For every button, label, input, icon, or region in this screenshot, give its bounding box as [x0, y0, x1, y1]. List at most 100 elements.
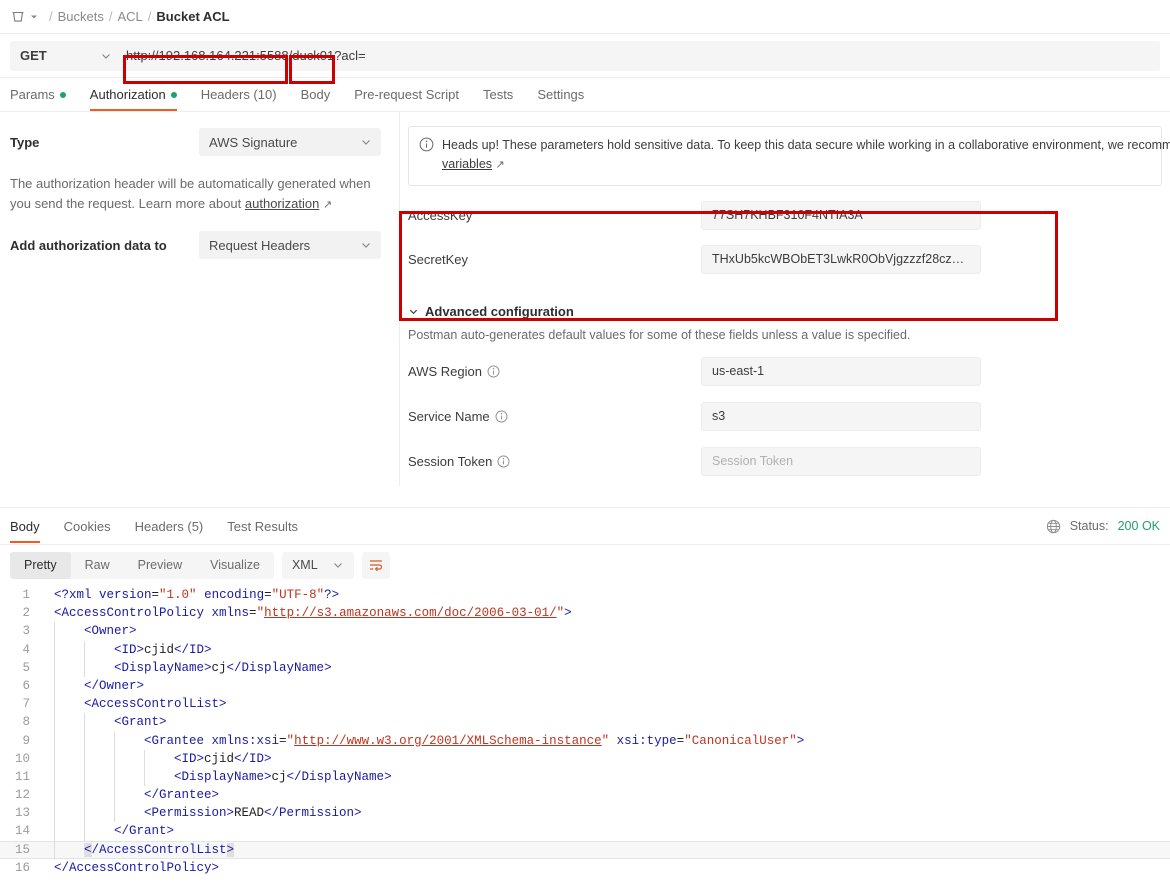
response-status: Status: 200 OK	[1046, 519, 1160, 534]
tab-pre-request-script[interactable]: Pre-request Script	[342, 87, 471, 111]
view-mode-pretty[interactable]: Pretty	[10, 551, 71, 579]
request-url-row: GET http://192.168.164.221:5588/duck01 ?a…	[0, 34, 1170, 78]
response-tab-test-results[interactable]: Test Results	[215, 510, 310, 543]
view-mode-visualize[interactable]: Visualize	[196, 552, 274, 579]
line-number: 6	[22, 678, 30, 693]
code-text: <ID>cjid</ID>	[114, 642, 212, 657]
indent-guide	[114, 804, 115, 823]
response-tab-cookies[interactable]: Cookies	[52, 510, 123, 543]
url-query-segment: ?acl=	[334, 48, 366, 63]
chevron-down-icon[interactable]	[29, 12, 44, 22]
advanced-configuration-rows: AWS Region us-east-1 Service Name s3 Ses…	[400, 342, 1170, 476]
auth-type-select[interactable]: AWS Signature	[199, 128, 381, 156]
tab-authorization[interactable]: Authorization	[78, 87, 189, 111]
indent-guide	[114, 731, 115, 750]
auth-type-column: Type AWS Signature The authorization hea…	[0, 112, 400, 486]
indent-guide	[54, 640, 55, 659]
info-icon[interactable]	[495, 410, 508, 423]
code-line: 16 </AccessControlPolicy>	[0, 859, 1170, 877]
code-line: 15 </AccessControlList>	[0, 840, 1170, 859]
code-text: <Permission>READ</Permission>	[144, 806, 362, 821]
code-text: <ID>cjid</ID>	[174, 751, 272, 766]
advanced-configuration-toggle[interactable]: Advanced configuration	[400, 288, 1170, 319]
chevron-down-icon	[409, 309, 418, 315]
tab-body[interactable]: Body	[289, 87, 343, 111]
code-text: </Owner>	[84, 678, 145, 693]
response-body-code[interactable]: 1 <?xml version="1.0" encoding="UTF-8"?> 2…	[0, 586, 1170, 895]
response-panel: Body Cookies Headers (5) Test Results St…	[0, 507, 1170, 895]
postman-window: / Buckets / ACL / Bucket ACL GET http://…	[0, 0, 1170, 895]
tab-headers-label: Headers (10)	[200, 87, 277, 102]
breadcrumb-separator-2: /	[147, 9, 152, 24]
info-icon[interactable]	[487, 365, 500, 378]
auth-add-data-select[interactable]: Request Headers	[199, 231, 381, 259]
line-number: 3	[22, 624, 30, 639]
credentials-group: AccessKey 77SH7KHBF310F4NTIA3A SecretKey…	[400, 186, 1170, 274]
word-wrap-button[interactable]	[361, 551, 390, 579]
code-line: 12 </Grantee>	[0, 786, 1170, 805]
view-mode-raw[interactable]: Raw	[71, 552, 124, 579]
indent-guide	[54, 713, 55, 732]
line-number: 7	[22, 697, 30, 712]
service-name-input[interactable]: s3	[701, 401, 981, 431]
authorization-link[interactable]: authorization	[245, 196, 319, 211]
service-name-row: Service Name s3	[408, 401, 1170, 431]
indent-guide	[84, 731, 85, 750]
word-wrap-icon	[369, 560, 382, 572]
secret-key-input[interactable]: THxUb5kcWBObET3LwkR0ObVjgzzzf28cz…	[701, 244, 981, 274]
chevron-down-icon	[362, 140, 370, 145]
tab-params[interactable]: Params	[10, 87, 78, 111]
response-tab-body[interactable]: Body	[10, 510, 52, 543]
http-method-value: GET	[20, 48, 47, 63]
info-icon[interactable]	[497, 455, 510, 468]
response-format-select[interactable]: XML	[281, 551, 354, 579]
aws-region-input[interactable]: us-east-1	[701, 356, 981, 386]
indent-guide	[114, 786, 115, 805]
auth-type-label: Type	[10, 134, 40, 150]
code-text: <AccessControlPolicy xmlns="http://s3.am…	[54, 606, 572, 621]
url-bucket-segment: duck01	[292, 48, 335, 63]
tab-settings[interactable]: Settings	[525, 87, 596, 111]
access-key-input[interactable]: 77SH7KHBF310F4NTIA3A	[701, 200, 981, 230]
code-text: </Grant>	[114, 824, 175, 839]
chevron-down-icon	[362, 243, 370, 248]
auth-type-row: Type AWS Signature	[10, 128, 381, 156]
request-url-input[interactable]: http://192.168.164.221:5588/duck01 ?acl=	[120, 40, 1160, 71]
auth-details-column: Heads up! These parameters hold sensitiv…	[400, 112, 1170, 486]
view-mode-preview[interactable]: Preview	[124, 552, 196, 579]
http-method-select[interactable]: GET	[10, 40, 120, 71]
indent-guide	[144, 767, 145, 787]
service-name-label-group: Service Name	[408, 409, 701, 424]
code-text: </Grantee>	[144, 788, 220, 803]
code-text: <DisplayName>cj</DisplayName>	[174, 769, 392, 784]
session-token-input[interactable]: Session Token	[701, 446, 981, 476]
breadcrumb-item-buckets[interactable]: Buckets	[58, 9, 104, 24]
code-text: </AccessControlList>	[84, 842, 235, 857]
indent-guide	[54, 822, 55, 841]
aws-region-label-group: AWS Region	[408, 364, 701, 379]
code-line: 13 <Permission>READ</Permission>	[0, 804, 1170, 823]
breadcrumb-item-bucket-acl[interactable]: Bucket ACL	[156, 9, 229, 24]
indent-guide	[84, 749, 85, 768]
indent-guide	[84, 786, 85, 805]
tab-tests[interactable]: Tests	[471, 87, 525, 111]
variables-link[interactable]: variables	[442, 157, 492, 171]
secret-key-row: SecretKey THxUb5kcWBObET3LwkR0ObVjgzzzf2…	[408, 244, 1170, 274]
tab-params-label: Params	[10, 87, 55, 102]
tab-headers[interactable]: Headers (10)	[189, 87, 289, 111]
response-tabs: Body Cookies Headers (5) Test Results St…	[0, 508, 1170, 545]
response-view-toolbar: Pretty Raw Preview Visualize XML	[0, 545, 1170, 585]
code-text: </AccessControlPolicy>	[54, 860, 220, 875]
sensitive-data-notice: Heads up! These parameters hold sensitiv…	[408, 126, 1170, 186]
code-text: <Grantee xmlns:xsi="http://www.w3.org/20…	[144, 733, 805, 748]
session-token-row: Session Token Session Token	[408, 446, 1170, 476]
indent-guide	[54, 658, 55, 677]
bucket-icon	[10, 9, 29, 25]
chevron-down-icon	[102, 53, 110, 59]
indent-guide	[54, 840, 55, 859]
line-number: 4	[22, 642, 30, 657]
tab-tests-label: Tests	[482, 87, 514, 102]
breadcrumb-item-acl[interactable]: ACL	[118, 9, 143, 24]
auth-add-data-row: Add authorization data to Request Header…	[10, 231, 381, 259]
response-tab-headers[interactable]: Headers (5)	[123, 510, 216, 543]
